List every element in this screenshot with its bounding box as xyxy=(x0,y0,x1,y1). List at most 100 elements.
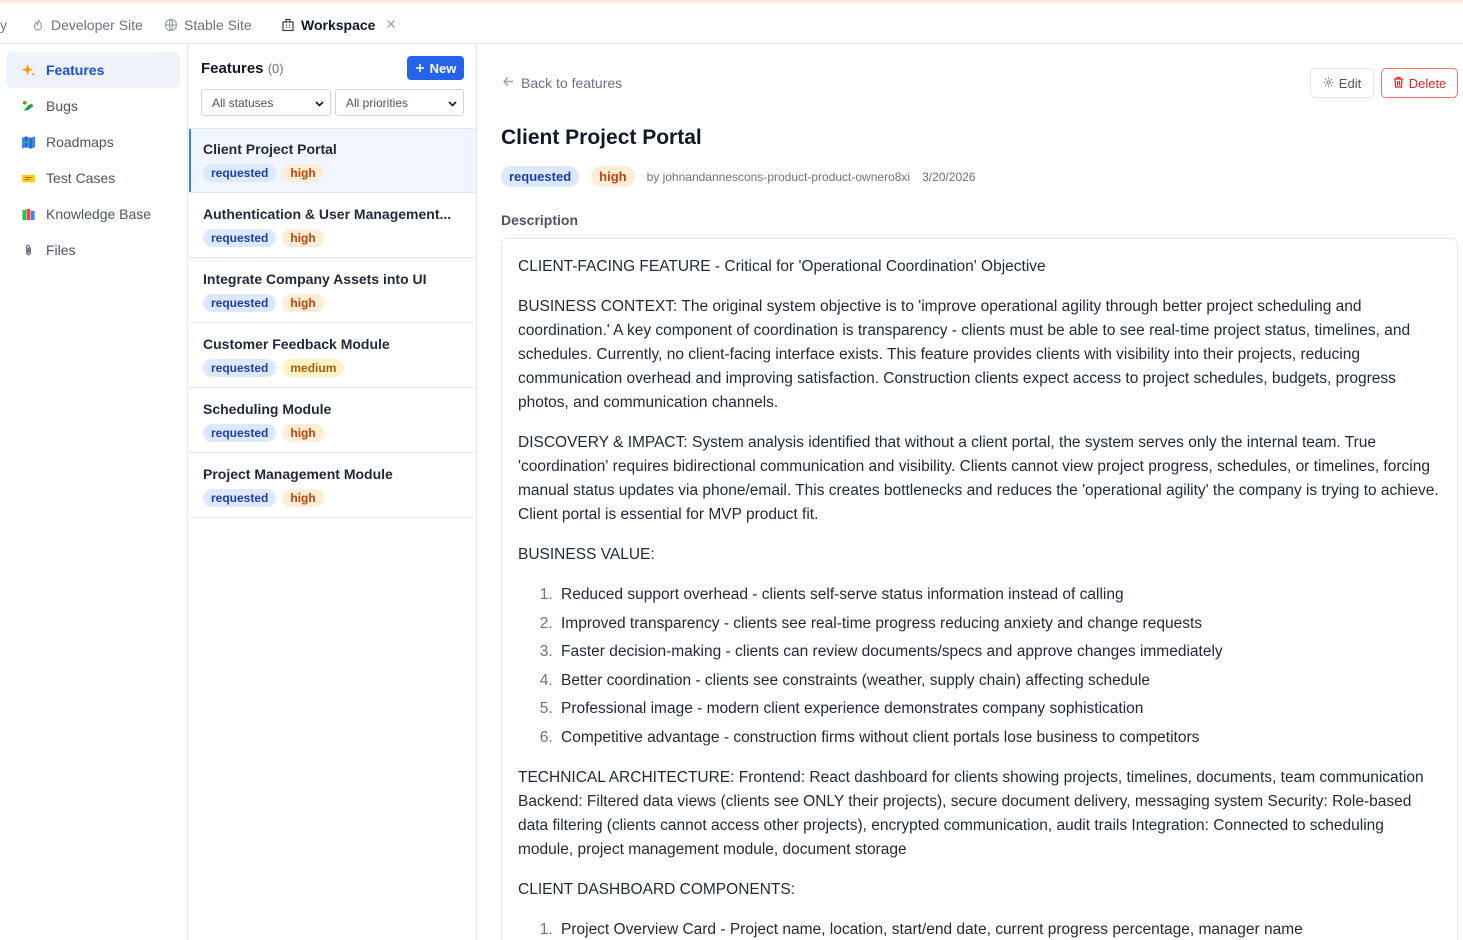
status-badge: requested xyxy=(203,489,277,507)
sparkles-icon xyxy=(20,62,36,78)
books-icon xyxy=(20,206,36,222)
feature-detail: Back to features Edit Delete Client Proj… xyxy=(478,44,1463,940)
sidebar-item-files[interactable]: Files xyxy=(6,232,180,268)
tab-stable-site[interactable]: Stable Site xyxy=(164,6,252,44)
tab-label: Workspace xyxy=(301,17,376,33)
back-link-label: Back to features xyxy=(521,75,623,91)
list-title-text: Features xyxy=(201,60,264,77)
sidebar-item-bugs[interactable]: Bugs xyxy=(6,88,180,124)
priority-badge: medium xyxy=(282,359,345,377)
date-text: 3/20/2026 xyxy=(922,169,976,184)
page-title: Client Project Portal xyxy=(501,126,702,149)
gear-icon xyxy=(1323,76,1334,91)
author-text: by johnandannescons-product-product-owne… xyxy=(646,169,911,184)
sidebar-item-label: Bugs xyxy=(46,98,78,114)
sidebar-item-roadmaps[interactable]: Roadmaps xyxy=(6,124,180,160)
list-item[interactable]: Authentication & User Management... requ… xyxy=(189,193,476,258)
status-badge: requested xyxy=(203,164,277,182)
status-badge: requested xyxy=(203,424,277,442)
tab-label: Stable Site xyxy=(184,17,252,33)
sidebar-item-label: Files xyxy=(46,242,76,258)
list-item: Better coordination - clients see constr… xyxy=(557,669,1441,693)
description-paragraph: DISCOVERY & IMPACT: System analysis iden… xyxy=(518,434,1439,523)
status-badge: requested xyxy=(203,294,277,312)
sidebar-item-label: Test Cases xyxy=(46,170,116,186)
feature-name: Integrate Company Assets into UI xyxy=(203,271,427,287)
list-item[interactable]: Client Project Portal requested high xyxy=(189,128,476,193)
new-feature-button[interactable]: New xyxy=(407,56,464,80)
ticket-icon xyxy=(20,170,36,186)
list-item[interactable]: Customer Feedback Module requested mediu… xyxy=(189,323,476,388)
list-item: Reduced support overhead - clients self-… xyxy=(557,583,1441,607)
tab-developer-site[interactable]: Developer Site xyxy=(31,6,143,44)
close-icon[interactable] xyxy=(385,17,397,29)
delete-button-label: Delete xyxy=(1408,75,1447,91)
feature-list: Client Project Portal requested high Aut… xyxy=(189,128,476,518)
list-item: Faster decision-making - clients can rev… xyxy=(557,640,1441,664)
sidebar-item-label: Knowledge Base xyxy=(46,206,152,222)
bug-icon xyxy=(20,98,36,114)
list-item[interactable]: Scheduling Module requested high xyxy=(189,388,476,453)
sidebar: Features Bugs Roadmaps Test Cases Knowle… xyxy=(0,44,188,940)
list-item[interactable]: Integrate Company Assets into UI request… xyxy=(189,258,476,323)
edit-button[interactable]: Edit xyxy=(1310,68,1374,98)
tab-workspace[interactable]: Workspace xyxy=(281,6,375,44)
status-badge: requested xyxy=(203,359,277,377)
list-item: Professional image - modern client exper… xyxy=(557,697,1441,721)
paperclip-icon xyxy=(20,242,36,258)
priority-badge: high xyxy=(282,424,324,442)
description-paragraph: BUSINESS CONTEXT: The original system ob… xyxy=(518,298,1411,411)
sidebar-item-features[interactable]: Features xyxy=(6,52,180,88)
priority-badge: high xyxy=(591,166,635,187)
business-value-list: Reduced support overhead - clients self-… xyxy=(518,583,1441,750)
list-title: Features (0) xyxy=(201,60,284,77)
globe-icon xyxy=(164,18,178,32)
priority-badge: high xyxy=(282,229,324,247)
arrow-left-icon xyxy=(502,75,515,91)
priority-filter-value: All priorities xyxy=(346,95,409,110)
status-badge: requested xyxy=(203,229,277,247)
edit-button-label: Edit xyxy=(1338,75,1362,91)
list-item: Project Overview Card - Project name, lo… xyxy=(557,918,1441,940)
feature-list-panel: Features (0) New All statuses All priori… xyxy=(189,44,477,940)
tab-truncated[interactable]: y xyxy=(0,6,7,44)
tab-label: Developer Site xyxy=(51,17,143,33)
feature-name: Customer Feedback Module xyxy=(203,336,390,352)
sidebar-item-label: Features xyxy=(46,62,105,78)
delete-button[interactable]: Delete xyxy=(1381,68,1458,98)
feature-name: Authentication & User Management... xyxy=(203,206,452,222)
sidebar-item-test-cases[interactable]: Test Cases xyxy=(6,160,180,196)
priority-badge: high xyxy=(282,164,324,182)
priority-badge: high xyxy=(282,294,324,312)
trash-icon xyxy=(1393,76,1404,91)
list-count: (0) xyxy=(267,61,284,76)
description-paragraph: CLIENT-FACING FEATURE - Critical for 'Op… xyxy=(518,258,1046,275)
new-button-label: New xyxy=(429,60,457,76)
description-label: Description xyxy=(501,212,579,228)
description-paragraph: TECHNICAL ARCHITECTURE: Frontend: React … xyxy=(518,768,1424,858)
list-item: Competitive advantage - construction fir… xyxy=(557,726,1441,750)
feature-name: Client Project Portal xyxy=(203,141,337,157)
chevron-down-icon xyxy=(447,98,458,109)
priority-filter-select[interactable]: All priorities xyxy=(335,89,464,116)
list-item: Improved transparency - clients see real… xyxy=(557,612,1441,636)
feature-meta: requested high by johnandannescons-produ… xyxy=(501,166,975,187)
priority-badge: high xyxy=(282,489,324,507)
sidebar-item-knowledge-base[interactable]: Knowledge Base xyxy=(6,196,180,232)
tab-bar: y Developer Site Stable Site Workspace xyxy=(0,0,1463,44)
back-to-features-link[interactable]: Back to features xyxy=(502,75,622,91)
status-filter-select[interactable]: All statuses xyxy=(201,89,331,116)
feature-name: Scheduling Module xyxy=(203,401,332,417)
status-filter-value: All statuses xyxy=(212,95,274,110)
dashboard-components-list: Project Overview Card - Project name, lo… xyxy=(518,918,1441,940)
flame-icon xyxy=(31,18,45,32)
map-icon xyxy=(20,134,36,150)
building-icon xyxy=(281,18,295,32)
plus-icon xyxy=(415,61,425,76)
status-badge: requested xyxy=(501,166,580,187)
list-item[interactable]: Project Management Module requested high xyxy=(189,453,476,518)
description-paragraph: CLIENT DASHBOARD COMPONENTS: xyxy=(518,880,796,898)
tab-label: y xyxy=(0,17,7,33)
chevron-down-icon xyxy=(314,98,325,109)
feature-name: Project Management Module xyxy=(203,466,393,482)
